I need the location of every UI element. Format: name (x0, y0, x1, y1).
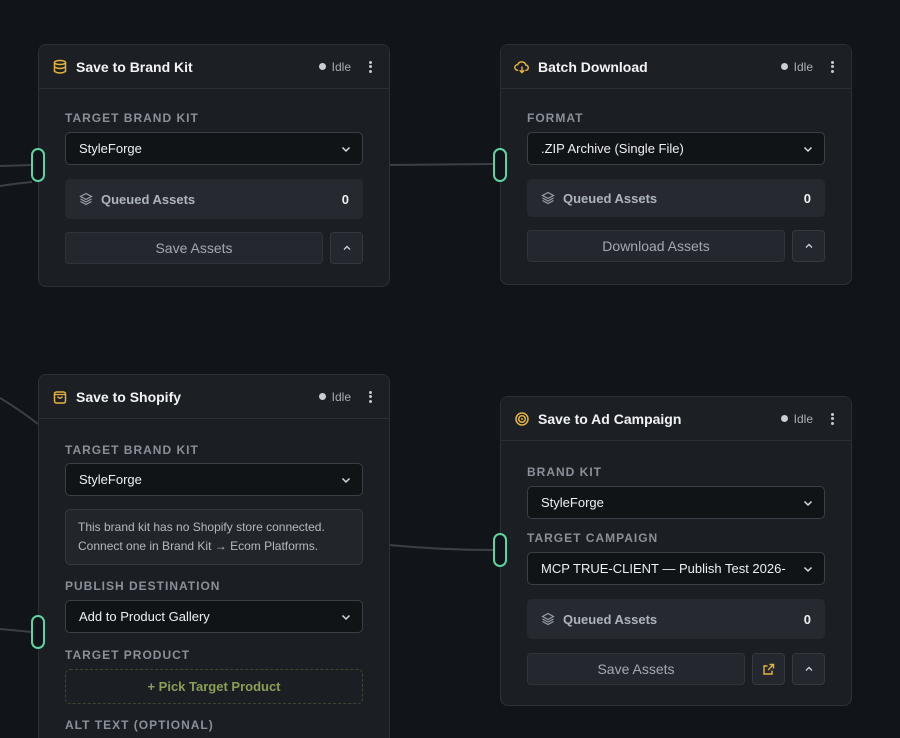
select-value: MCP TRUE-CLIENT — Publish Test 2026- (541, 561, 786, 576)
chevron-up-icon (805, 666, 812, 671)
select-value: .ZIP Archive (Single File) (541, 141, 684, 156)
node-header[interactable]: Save to Brand Kit Idle (39, 45, 389, 89)
more-menu-icon[interactable] (825, 411, 839, 427)
node-batch-download[interactable]: Batch Download Idle Format .ZIP Archive … (500, 44, 852, 285)
status-dot (318, 393, 326, 400)
queued-count: 0 (341, 191, 349, 207)
more-menu-icon[interactable] (363, 59, 377, 75)
node-header[interactable]: Batch Download Idle (501, 45, 851, 89)
field-label: Target Campaign (527, 531, 659, 545)
chevron-up-icon (805, 243, 812, 248)
node-title: Batch Download (538, 58, 648, 75)
queued-count: 0 (803, 611, 811, 627)
input-port-shopify[interactable] (31, 615, 45, 649)
field-label: Brand Kit (527, 465, 602, 479)
target-icon (514, 411, 530, 427)
edge-shopify-to-campaign (388, 544, 495, 551)
database-icon (52, 59, 68, 75)
more-menu-icon[interactable] (825, 59, 839, 75)
save-assets-button[interactable]: Save Assets (65, 232, 323, 264)
brand-kit-select[interactable]: StyleForge (65, 132, 363, 165)
queued-assets-panel: Queued Assets 0 (65, 179, 363, 219)
select-value: Add to Product Gallery (79, 609, 210, 624)
queued-label: Queued Assets (101, 191, 196, 207)
status-text: Idle (793, 411, 813, 426)
notice-line: This brand kit has no Shopify store conn… (78, 520, 325, 534)
notice-line: Connect one in Brand Kit → Ecom Platform… (78, 539, 319, 553)
collapse-button[interactable] (792, 230, 825, 262)
node-save-to-ad-campaign[interactable]: Save to Ad Campaign Idle Brand Kit Style… (500, 396, 852, 706)
chevron-down-icon (803, 566, 813, 572)
chevron-down-icon (803, 146, 813, 152)
open-campaign-button[interactable] (752, 653, 785, 685)
edge-shopify-top (0, 397, 39, 425)
collapse-button[interactable] (330, 232, 363, 264)
node-header[interactable]: Save to Shopify Idle (39, 375, 389, 419)
edge-brandkit-in-b (0, 181, 33, 187)
queued-label: Queued Assets (563, 190, 658, 206)
queued-label: Queued Assets (563, 611, 658, 627)
node-header[interactable]: Save to Ad Campaign Idle (501, 397, 851, 441)
edge-brandkit-in-a (0, 164, 33, 167)
queued-assets-panel: Queued Assets 0 (527, 179, 825, 217)
status-text: Idle (331, 389, 351, 404)
chevron-down-icon (803, 500, 813, 506)
chevron-down-icon (341, 614, 351, 620)
node-save-to-brand-kit[interactable]: Save to Brand Kit Idle Target Brand Kit … (38, 44, 390, 287)
field-label: Publish Destination (65, 579, 221, 593)
status-text: Idle (793, 59, 813, 74)
status-badge: Idle (780, 411, 813, 426)
select-value: StyleForge (79, 141, 142, 156)
status-dot (318, 63, 326, 70)
node-title: Save to Ad Campaign (538, 410, 682, 427)
status-dot (780, 63, 788, 70)
brand-kit-select[interactable]: StyleForge (527, 486, 825, 519)
node-title: Save to Brand Kit (76, 58, 193, 75)
chevron-up-icon (343, 245, 350, 250)
node-title: Save to Shopify (76, 388, 182, 405)
chevron-down-icon (341, 146, 351, 152)
collapse-button[interactable] (792, 653, 825, 685)
field-label: Target Brand Kit (65, 443, 199, 457)
status-text: Idle (331, 59, 351, 74)
field-label: Format (527, 111, 584, 125)
brand-kit-select[interactable]: StyleForge (65, 463, 363, 496)
publish-destination-select[interactable]: Add to Product Gallery (65, 600, 363, 633)
field-label: Target Product (65, 648, 191, 662)
save-assets-button[interactable]: Save Assets (527, 653, 745, 685)
edge-shopify-in (0, 628, 33, 633)
queued-count: 0 (803, 190, 811, 206)
layers-icon (79, 192, 93, 206)
select-value: StyleForge (79, 472, 142, 487)
field-label: Target Brand Kit (65, 111, 199, 125)
status-badge: Idle (318, 59, 351, 74)
status-dot (780, 415, 788, 422)
input-port-brand-kit[interactable] (31, 148, 45, 182)
queued-assets-panel: Queued Assets 0 (527, 599, 825, 639)
chevron-down-icon (341, 477, 351, 483)
select-value: StyleForge (541, 495, 604, 510)
more-menu-icon[interactable] (363, 389, 377, 405)
node-save-to-shopify[interactable]: Save to Shopify Idle Target Brand Kit St… (38, 374, 390, 738)
input-port-ad-campaign[interactable] (493, 533, 507, 567)
format-select[interactable]: .ZIP Archive (Single File) (527, 132, 825, 165)
input-port-batch-download[interactable] (493, 148, 507, 182)
layers-icon (541, 612, 555, 626)
edge-brandkit-to-batch (388, 163, 495, 166)
layers-icon (541, 191, 555, 205)
shopping-bag-icon (52, 389, 68, 405)
field-label: Alt Text (Optional) (65, 718, 214, 732)
external-link-icon (763, 663, 775, 675)
shopify-notice: This brand kit has no Shopify store conn… (65, 509, 363, 565)
status-badge: Idle (318, 389, 351, 404)
download-assets-button[interactable]: Download Assets (527, 230, 785, 262)
target-campaign-select[interactable]: MCP TRUE-CLIENT — Publish Test 2026- (527, 552, 825, 585)
status-badge: Idle (780, 59, 813, 74)
pick-target-product-button[interactable]: + Pick Target Product (65, 669, 363, 704)
cloud-download-icon (514, 59, 530, 75)
